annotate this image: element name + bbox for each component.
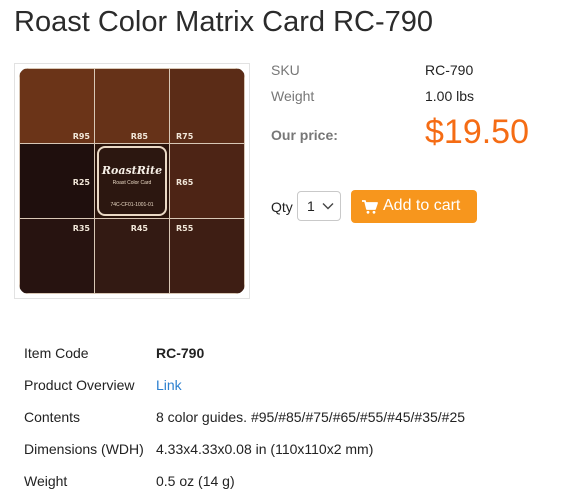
- color-cell-r55: R55: [169, 218, 245, 294]
- cell-label: R35: [72, 224, 90, 233]
- weight-label: Weight: [271, 88, 315, 104]
- cart-icon: [362, 200, 378, 214]
- price-label: Our price:: [271, 127, 338, 143]
- color-cell-r25: R25: [19, 143, 95, 219]
- cell-label: R45: [130, 224, 148, 233]
- spec-label: Contents: [24, 409, 81, 425]
- color-cell-r65: R65: [169, 143, 245, 219]
- cell-label: R75: [176, 132, 194, 141]
- cell-label: R65: [176, 178, 194, 187]
- add-to-cart-button[interactable]: Add to cart: [351, 190, 477, 223]
- spec-value: 0.5 oz (14 g): [156, 473, 235, 489]
- color-card: R95 R85 R75 R25 RoastRite Roast Color Ca…: [19, 68, 245, 294]
- spec-label: Dimensions (WDH): [24, 441, 144, 457]
- spec-label: Weight: [24, 473, 68, 489]
- cell-label: R95: [72, 132, 90, 141]
- color-cell-r85: R85: [94, 68, 170, 144]
- qty-value: 1: [307, 198, 315, 214]
- qty-select[interactable]: 1: [297, 191, 341, 221]
- spec-row-item-code: Item Code RC-790: [24, 345, 554, 365]
- color-cell-r95: R95: [19, 68, 95, 144]
- cell-label: R25: [72, 178, 90, 187]
- card-subtitle: Roast Color Card: [112, 180, 152, 186]
- card-code: 74C-CF01-1001-01: [110, 202, 154, 208]
- sku-label: SKU: [271, 62, 300, 78]
- qty-label: Qty: [271, 199, 293, 215]
- spec-row-contents: Contents 8 color guides. #95/#85/#75/#65…: [24, 409, 554, 429]
- weight-value: 1.00 lbs: [425, 88, 475, 104]
- color-cell-r45: R45: [94, 218, 170, 294]
- chevron-down-icon: [322, 203, 334, 210]
- product-overview-link[interactable]: Link: [156, 377, 182, 393]
- color-cell-r75: R75: [169, 68, 245, 144]
- spec-value: 8 color guides. #95/#85/#75/#65/#55/#45/…: [156, 409, 466, 425]
- spec-row-weight: Weight 0.5 oz (14 g): [24, 473, 554, 493]
- page-title: Roast Color Matrix Card RC-790: [14, 6, 434, 38]
- spec-value: 4.33x4.33x0.08 in (110x110x2 mm): [156, 441, 374, 457]
- spec-row-dimensions: Dimensions (WDH) 4.33x4.33x0.08 in (110x…: [24, 441, 554, 461]
- price-value: $19.50: [425, 113, 529, 151]
- spec-row-product-overview: Product Overview Link: [24, 377, 554, 397]
- cell-label: R85: [130, 132, 148, 141]
- add-to-cart-label: Add to cart: [383, 197, 461, 214]
- color-cell-r35: R35: [19, 218, 95, 294]
- product-image[interactable]: R95 R85 R75 R25 RoastRite Roast Color Ca…: [14, 63, 250, 299]
- spec-label: Product Overview: [24, 377, 135, 393]
- spec-label: Item Code: [24, 345, 89, 361]
- logo-cell: RoastRite Roast Color Card 74C-CF01-1001…: [97, 146, 167, 216]
- spec-value: RC-790: [156, 345, 205, 361]
- sku-value: RC-790: [425, 62, 474, 78]
- roastrite-logo: RoastRite: [101, 164, 163, 177]
- cell-label: R55: [176, 224, 194, 233]
